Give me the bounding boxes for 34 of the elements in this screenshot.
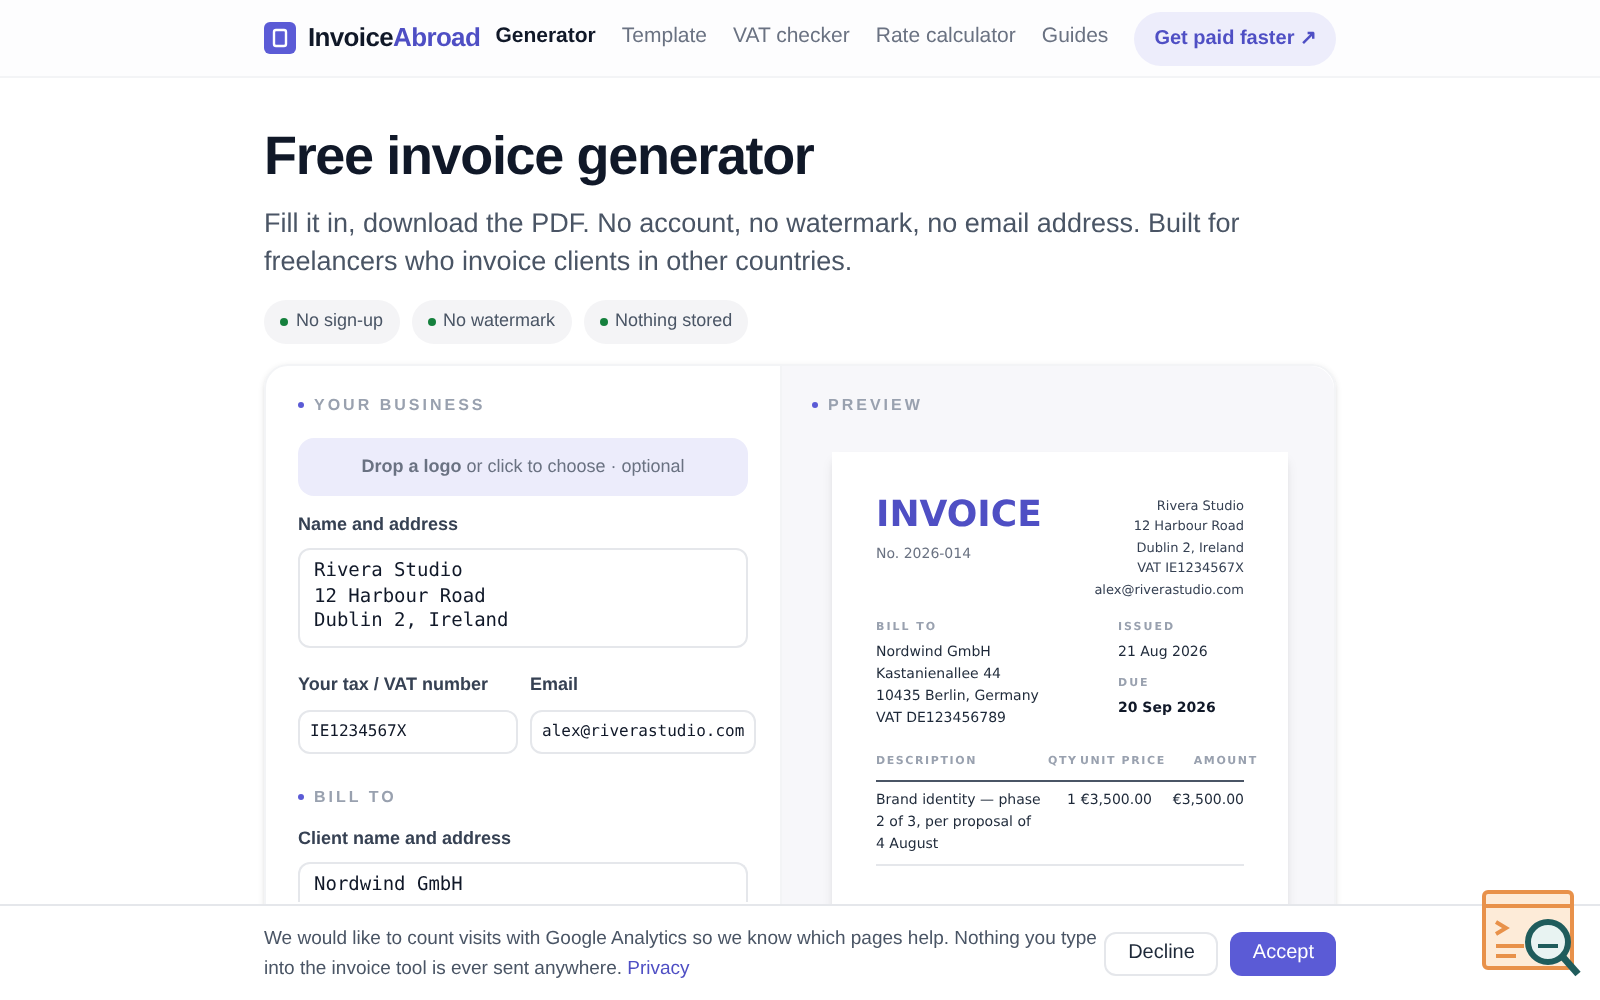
nav-link[interactable]: VAT checker — [733, 22, 850, 54]
nav-link[interactable]: Guides — [1041, 22, 1109, 54]
field-label: Your tax / VAT number — [298, 672, 491, 698]
logo-dropzone[interactable]: Drop a logo or click to choose · optional — [298, 437, 748, 495]
document-search-icon[interactable] — [1482, 890, 1586, 982]
bullet-icon — [812, 402, 818, 408]
textarea-field[interactable]: Nordwind GmbH — [298, 862, 748, 902]
privacy-link[interactable]: Privacy — [627, 957, 690, 979]
input-field[interactable]: alex@riverastudio.com — [530, 709, 757, 753]
cta-button[interactable]: Get paid faster ↗ — [1134, 11, 1336, 65]
consent-text: We would like to count visits with Google Analytics so we know which pages help. Nothing you type into the invoice tool is ever sent anywhere. Privacy — [264, 925, 1099, 983]
pill-label: No watermark — [443, 308, 556, 334]
field-label: Email — [530, 672, 581, 698]
section-title: PREVIEW — [828, 393, 923, 417]
logo-icon — [264, 22, 296, 54]
decline-button[interactable]: Decline — [1104, 931, 1219, 975]
page-title: Free invoice generator — [264, 124, 816, 190]
textarea-field[interactable]: Rivera Studio 12 Harbour Road Dublin 2, Ireland — [298, 548, 748, 648]
bullet-icon — [298, 794, 304, 800]
invoice-heading: INVOICE — [876, 495, 1042, 535]
input-field[interactable]: IE1234567X — [298, 709, 518, 753]
nav-link[interactable]: Generator — [495, 22, 596, 54]
logo[interactable]: InvoiceAbroad — [308, 18, 481, 58]
nav-link[interactable]: Template — [621, 22, 707, 54]
field-label: Name and address — [298, 511, 461, 537]
section-title: BILL TO — [314, 785, 397, 809]
pill-label: Nothing stored — [615, 308, 733, 334]
subtitle: Fill it in, download the PDF. No account, no watermark, no email address. Built for freelancers who invoice clients in other countries. — [264, 206, 1242, 280]
pill-label: No sign-up — [296, 308, 384, 334]
accept-button[interactable]: Accept — [1230, 931, 1336, 975]
nav-link[interactable]: Rate calculator — [875, 22, 1016, 54]
section-title: YOUR BUSINESS — [314, 393, 486, 417]
bullet-icon — [298, 402, 304, 408]
field-label: Client name and address — [298, 825, 514, 851]
